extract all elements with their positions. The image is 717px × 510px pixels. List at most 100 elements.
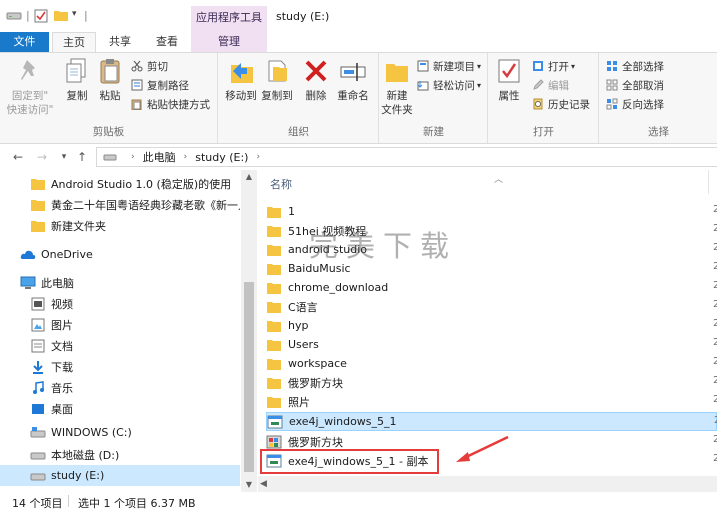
open-label: 打开 (548, 60, 569, 73)
copy-to-button[interactable]: 复制到 (257, 55, 297, 103)
breadcrumb-separator: › (131, 152, 135, 162)
nav-item-drive-e[interactable]: study (E:) (0, 465, 240, 486)
properties-check-icon[interactable] (34, 9, 48, 23)
chevron-down-icon: ▾ (477, 80, 482, 90)
exe-file-icon (267, 414, 283, 430)
breadcrumb-this-pc[interactable]: 此电脑 (143, 149, 176, 165)
desktop-icon (30, 401, 46, 417)
nav-item-drive-d[interactable]: 本地磁盘 (D:) (0, 444, 240, 465)
easy-access-button[interactable]: 轻松访问 ▾ (416, 76, 481, 94)
copy-path-button[interactable]: 复制路径 (130, 76, 189, 94)
title-bar: | ▾ | 应用程序工具 study (E:) (0, 0, 717, 32)
move-to-icon (225, 55, 257, 87)
pin-quick-access-button[interactable]: 固定到" 快速访问" (4, 55, 56, 117)
file-date-truncated: 2 (713, 453, 717, 464)
nav-item-music[interactable]: 音乐 (0, 377, 240, 398)
scroll-thumb[interactable] (244, 282, 254, 472)
file-row[interactable]: hyp 2 (266, 316, 717, 335)
navigation-pane: Android Studio 1.0 (稳定版)的使用 黄金二十年国粤语经典珍藏… (0, 170, 257, 492)
select-none-button[interactable]: 全部取消 (605, 76, 664, 94)
customize-quick-access-icon[interactable]: ▾ (72, 9, 77, 19)
tab-manage[interactable]: 管理 (191, 32, 267, 52)
tab-share[interactable]: 共享 (100, 32, 140, 52)
drive-icon (30, 468, 46, 484)
properties-button[interactable]: 属性 (491, 55, 527, 103)
nav-item-pictures[interactable]: 图片 (0, 314, 240, 335)
tab-file[interactable]: 文件 (0, 32, 49, 52)
copy-path-icon (130, 78, 144, 92)
clipboard-group-label: 剪贴板 (92, 126, 125, 138)
file-row[interactable]: C语言 2 (266, 297, 717, 316)
tab-home[interactable]: 主页 (52, 32, 96, 52)
breadcrumb-study-drive[interactable]: study (E:) (195, 151, 248, 164)
file-row[interactable]: Users 2 (266, 335, 717, 354)
toolbar-separator: | (26, 9, 30, 22)
rename-button[interactable]: 重命名 (333, 55, 373, 103)
paste-button[interactable]: 粘贴 (90, 55, 130, 103)
file-row[interactable]: 俄罗斯方块 2 (266, 373, 717, 392)
sort-up-icon: ︿ (494, 175, 504, 185)
history-label: 历史记录 (548, 98, 590, 111)
invert-selection-button[interactable]: 反向选择 (605, 95, 664, 113)
nav-item-drive-c[interactable]: WINDOWS (C:) (0, 422, 240, 443)
status-divider (68, 495, 69, 507)
file-date-truncated: 2 (713, 261, 717, 272)
nav-item-label: 此电脑 (41, 276, 74, 290)
file-row[interactable]: 照片 2 (266, 392, 717, 411)
file-row[interactable]: exe4j_windows_5_1 2 (266, 412, 717, 431)
new-folder-quick-icon[interactable] (54, 9, 68, 21)
file-row[interactable]: workspace 2 (266, 354, 717, 373)
nav-item-songs-folder[interactable]: 黄金二十年国粤语经典珍藏老歌《新一人 (0, 194, 240, 215)
nav-item-new-folder[interactable]: 新建文件夹 (0, 215, 240, 236)
new-item-icon (416, 59, 430, 73)
nav-item-label: 文档 (51, 339, 73, 353)
scroll-down-icon[interactable]: ▼ (241, 478, 257, 492)
nav-item-label: 本地磁盘 (D:) (51, 448, 120, 462)
nav-item-videos[interactable]: 视频 (0, 293, 240, 314)
drive-icon[interactable] (6, 9, 22, 21)
file-name: C语言 (288, 300, 318, 314)
back-arrow-icon[interactable]: ← (10, 149, 26, 165)
scroll-left-icon[interactable]: ◀ (260, 476, 267, 492)
paste-shortcut-button[interactable]: 粘贴快捷方式 (130, 95, 210, 113)
nav-item-this-pc[interactable]: 此电脑 (0, 272, 240, 293)
open-button[interactable]: 打开 ▾ (531, 57, 575, 75)
address-bar[interactable]: › 此电脑 › study (E:) › (96, 147, 717, 167)
scissors-icon (130, 59, 144, 73)
horizontal-scrollbar[interactable]: ◀ (258, 476, 717, 492)
paste-icon (94, 55, 126, 87)
scroll-up-icon[interactable]: ▲ (241, 170, 257, 184)
recent-locations-chevron-icon[interactable]: ▾ (56, 149, 72, 165)
move-to-button[interactable]: 移动到 (221, 55, 261, 103)
column-divider[interactable] (708, 170, 709, 194)
delete-button[interactable]: 删除 (296, 55, 336, 103)
cut-button[interactable]: 剪切 (130, 57, 168, 75)
documents-icon (30, 338, 46, 354)
file-row[interactable]: chrome_download 2 (266, 278, 717, 297)
easy-access-icon (416, 78, 430, 92)
select-all-button[interactable]: 全部选择 (605, 57, 664, 75)
move-to-label: 移动到 (225, 90, 257, 102)
history-button[interactable]: 历史记录 (531, 95, 590, 113)
nav-scrollbar[interactable]: ▲ ▼ (241, 170, 257, 492)
new-item-button[interactable]: 新建项目 ▾ (416, 57, 481, 75)
nav-item-android-studio[interactable]: Android Studio 1.0 (稳定版)的使用 (0, 173, 240, 194)
up-arrow-icon[interactable]: ↑ (74, 149, 90, 165)
nav-item-documents[interactable]: 文档 (0, 335, 240, 356)
nav-item-downloads[interactable]: 下载 (0, 356, 240, 377)
forward-arrow-icon[interactable]: → (34, 149, 50, 165)
folder-icon (266, 223, 282, 239)
ribbon: 固定到" 快速访问" 复制 粘贴 剪切 复制路径 粘贴快捷方式 剪贴板 移动到 … (0, 52, 717, 144)
nav-item-desktop[interactable]: 桌面 (0, 398, 240, 419)
drive-icon (30, 447, 46, 463)
nav-item-onedrive[interactable]: OneDrive (0, 244, 240, 265)
drive-icon (103, 152, 117, 162)
file-row[interactable]: 1 2 (266, 202, 717, 221)
tab-view[interactable]: 查看 (145, 32, 189, 52)
cut-label: 剪切 (147, 60, 168, 73)
new-folder-button[interactable]: 新建 文件夹 (380, 55, 414, 117)
column-header-name[interactable]: 名称 ︿ (270, 175, 710, 194)
open-group: 属性 打开 ▾ 编辑 历史记录 打开 (489, 53, 599, 143)
edit-button[interactable]: 编辑 (531, 76, 569, 94)
nav-item-label: 黄金二十年国粤语经典珍藏老歌《新一人 (51, 198, 240, 212)
